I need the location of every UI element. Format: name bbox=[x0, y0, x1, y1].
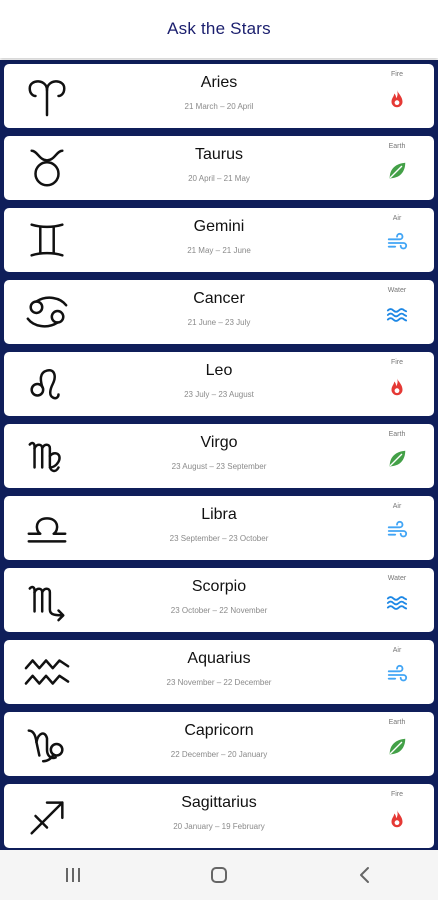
flame-icon bbox=[386, 376, 408, 398]
leaf-icon bbox=[386, 448, 408, 470]
aquarius-icon bbox=[20, 646, 74, 698]
element-label: Air bbox=[392, 503, 402, 510]
element-indicator: Earth bbox=[372, 142, 422, 182]
element-label: Air bbox=[392, 647, 402, 654]
zodiac-card-libra[interactable]: Libra 23 September – 23 October Air bbox=[4, 496, 434, 560]
element-indicator: Fire bbox=[372, 358, 422, 398]
wind-icon bbox=[386, 232, 408, 254]
leaf-icon bbox=[386, 160, 408, 182]
element-label: Water bbox=[387, 287, 407, 294]
back-icon bbox=[360, 867, 369, 883]
wind-icon bbox=[386, 664, 408, 686]
sign-dates: 21 June – 23 July bbox=[187, 318, 251, 327]
sign-dates: 22 December – 20 January bbox=[170, 750, 268, 759]
sign-dates: 23 November – 22 December bbox=[166, 678, 272, 687]
zodiac-card-gemini[interactable]: Gemini 21 May – 21 June Air bbox=[4, 208, 434, 272]
element-indicator: Water bbox=[372, 286, 422, 326]
app-title: Ask the Stars bbox=[167, 19, 271, 38]
home-icon bbox=[211, 867, 227, 883]
element-indicator: Air bbox=[372, 214, 422, 254]
sagittarius-icon bbox=[20, 790, 74, 842]
flame-icon bbox=[386, 808, 408, 830]
back-button[interactable] bbox=[335, 855, 395, 895]
taurus-icon bbox=[20, 142, 74, 194]
element-indicator: Water bbox=[372, 574, 422, 614]
element-indicator: Air bbox=[372, 502, 422, 542]
sign-name: Capricorn bbox=[184, 722, 254, 739]
sign-name: Leo bbox=[205, 362, 233, 379]
waves-icon bbox=[386, 304, 408, 326]
zodiac-card-cancer[interactable]: Cancer 21 June – 23 July Water bbox=[4, 280, 434, 344]
zodiac-card-virgo[interactable]: Virgo 23 August – 23 September Earth bbox=[4, 424, 434, 488]
waves-icon bbox=[386, 592, 408, 614]
element-label: Earth bbox=[388, 719, 406, 726]
zodiac-card-aquarius[interactable]: Aquarius 23 November – 22 December Air bbox=[4, 640, 434, 704]
zodiac-card-taurus[interactable]: Taurus 20 April – 21 May Earth bbox=[4, 136, 434, 200]
zodiac-card-scorpio[interactable]: Scorpio 23 October – 22 November Water bbox=[4, 568, 434, 632]
sign-name: Cancer bbox=[193, 290, 245, 307]
aries-icon bbox=[20, 70, 74, 122]
sign-name: Aquarius bbox=[187, 650, 251, 667]
sign-dates: 21 May – 21 June bbox=[187, 246, 251, 255]
sign-name: Sagittarius bbox=[181, 794, 257, 811]
recent-apps-icon bbox=[66, 868, 80, 882]
sign-dates: 20 April – 21 May bbox=[188, 174, 250, 183]
element-label: Air bbox=[392, 215, 402, 222]
element-indicator: Fire bbox=[372, 70, 422, 110]
cancer-icon bbox=[20, 286, 74, 338]
leaf-icon bbox=[386, 736, 408, 758]
sign-dates: 23 September – 23 October bbox=[169, 534, 269, 543]
element-indicator: Earth bbox=[372, 718, 422, 758]
element-label: Fire bbox=[390, 791, 404, 798]
sign-dates: 23 October – 22 November bbox=[170, 606, 268, 615]
scorpio-icon bbox=[20, 574, 74, 626]
system-nav-bar bbox=[0, 850, 438, 900]
sign-dates: 23 August – 23 September bbox=[171, 462, 267, 471]
leo-icon bbox=[20, 358, 74, 410]
sign-name: Gemini bbox=[193, 218, 245, 235]
sign-name: Aries bbox=[200, 74, 238, 91]
sign-dates: 23 July – 23 August bbox=[184, 390, 254, 399]
element-label: Water bbox=[387, 575, 407, 582]
element-label: Earth bbox=[388, 431, 406, 438]
element-indicator: Air bbox=[372, 646, 422, 686]
sign-name: Taurus bbox=[194, 146, 244, 163]
sign-name: Virgo bbox=[200, 434, 238, 451]
zodiac-list[interactable]: Aries 21 March – 20 April Fire Taurus 20… bbox=[0, 60, 438, 850]
sign-dates: 21 March – 20 April bbox=[184, 102, 254, 111]
element-indicator: Earth bbox=[372, 430, 422, 470]
capricorn-icon bbox=[20, 718, 74, 770]
element-label: Fire bbox=[390, 71, 404, 78]
gemini-icon bbox=[20, 214, 74, 266]
flame-icon bbox=[386, 88, 408, 110]
zodiac-card-sagittarius[interactable]: Sagittarius 20 January – 19 February Fir… bbox=[4, 784, 434, 848]
sign-name: Libra bbox=[201, 506, 237, 523]
element-label: Earth bbox=[388, 143, 406, 150]
element-indicator: Fire bbox=[372, 790, 422, 830]
sign-name: Scorpio bbox=[191, 578, 247, 595]
zodiac-card-aries[interactable]: Aries 21 March – 20 April Fire bbox=[4, 64, 434, 128]
element-label: Fire bbox=[390, 359, 404, 366]
virgo-icon bbox=[20, 430, 74, 482]
recent-apps-button[interactable] bbox=[43, 855, 103, 895]
app-bar: Ask the Stars bbox=[0, 0, 438, 58]
zodiac-card-capricorn[interactable]: Capricorn 22 December – 20 January Earth bbox=[4, 712, 434, 776]
libra-icon bbox=[20, 502, 74, 554]
sign-dates: 20 January – 19 February bbox=[173, 822, 265, 831]
zodiac-card-leo[interactable]: Leo 23 July – 23 August Fire bbox=[4, 352, 434, 416]
home-button[interactable] bbox=[189, 855, 249, 895]
wind-icon bbox=[386, 520, 408, 542]
